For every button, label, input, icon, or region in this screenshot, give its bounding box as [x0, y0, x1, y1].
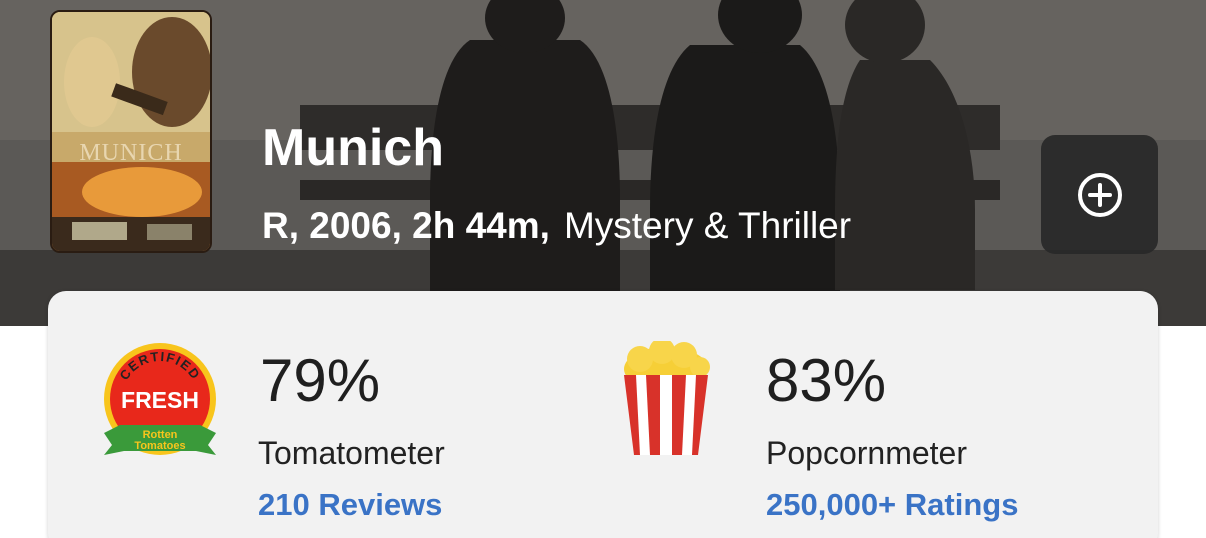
popcornmeter-label: Popcornmeter	[766, 435, 967, 471]
tomatometer-label: Tomatometer	[258, 435, 445, 471]
rating-year-runtime: R, 2006, 2h 44m,	[262, 205, 550, 246]
ratings-link[interactable]: 250,000+ Ratings	[766, 487, 1018, 523]
reviews-link[interactable]: 210 Reviews	[258, 487, 442, 523]
badge-brand-text-2: Tomatoes	[134, 440, 185, 452]
popcornmeter-value: 83%	[766, 347, 887, 414]
tomatometer-value: 79%	[260, 347, 381, 414]
movie-poster[interactable]: MUNICH	[50, 10, 212, 253]
genre: Mystery & Thriller	[563, 205, 852, 246]
scores-card: CERTIFIED FRESH Rotten Tomatoes 79% Toma…	[48, 291, 1158, 538]
poster-title: MUNICH	[79, 140, 183, 166]
popcorn-icon	[624, 341, 710, 455]
poster-art	[52, 12, 210, 251]
plus-circle-icon	[1077, 172, 1122, 217]
movie-title: Munich	[262, 119, 444, 177]
certified-fresh-icon: CERTIFIED FRESH Rotten Tomatoes	[104, 343, 216, 455]
add-to-list-button[interactable]	[1041, 135, 1158, 254]
badge-main-text: FRESH	[121, 387, 199, 413]
movie-meta: R, 2006, 2h 44m, Mystery & Thriller	[262, 205, 851, 247]
